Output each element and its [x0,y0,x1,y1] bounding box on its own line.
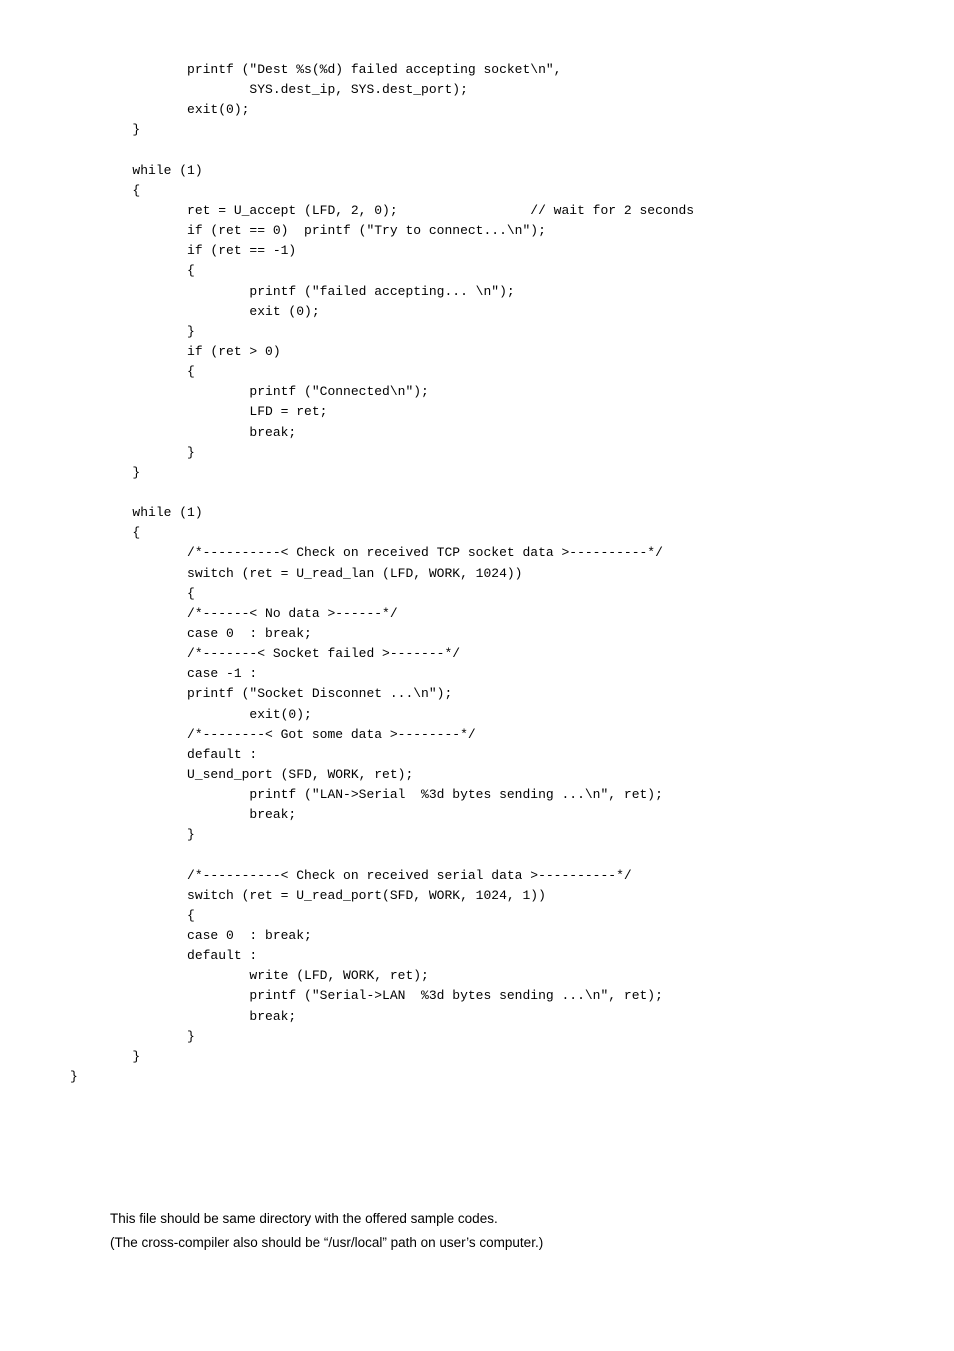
instruction-paragraph-1: This file should be same directory with … [110,1207,884,1231]
code-block: printf ("Dest %s(%d) failed accepting so… [70,60,884,1087]
instruction-paragraph-2: (The cross-compiler also should be “/usr… [110,1231,884,1255]
